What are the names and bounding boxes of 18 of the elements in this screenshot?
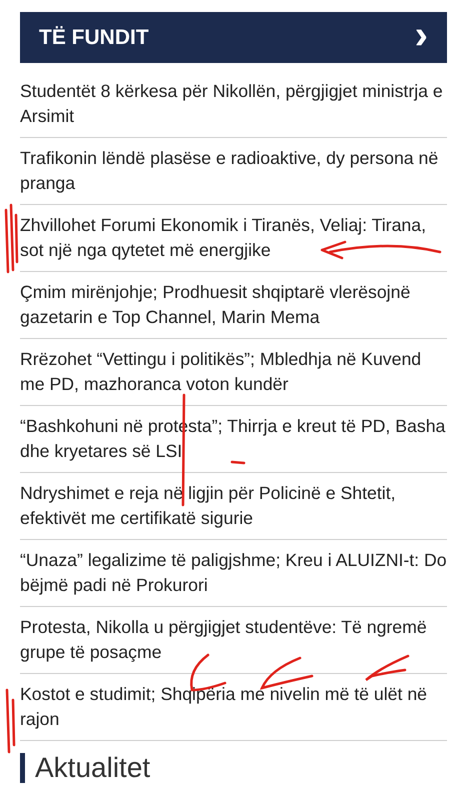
article-link[interactable]: Protesta, Nikolla u përgjigjet studentëve: Të ngremë grupe të posaçme [20, 615, 447, 665]
scribble-mark [230, 460, 246, 464]
section-title: TË FUNDIT [39, 24, 149, 51]
scribble-mark [364, 654, 410, 682]
article-link[interactable]: Ndryshimet e reja në ligjin për Policinë e Shtetit, efektivët me certifikatë sigurie [20, 481, 447, 531]
section-heading: Aktualitet [35, 754, 150, 782]
article-link[interactable]: Rrëzohet “Vettingu i politikës”; Mbledhja në Kuvend me PD, mazhoranca voton kundër [20, 347, 447, 397]
article-link[interactable]: Trafikonin lëndë plasëse e radioaktive, dy persona në pranga [20, 146, 447, 196]
article-link[interactable]: Çmim mirënjohje; Prodhuesit shqiptarë vlerësojnë gazetarin e Top Channel, Marin Mema [20, 280, 447, 330]
accent-bar [20, 753, 25, 783]
chevron-icon[interactable]: › [414, 14, 428, 60]
article-link[interactable]: Kostot e studimit; Shqipëria me nivelin më të ulët në rajon [20, 682, 447, 732]
header-bar[interactable]: TË FUNDIT › [20, 12, 447, 63]
scribble-mark [6, 688, 16, 754]
article-link[interactable]: Zhvillohet Forumi Ekonomik i Tiranës, Veliaj: Tirana, sot një nga qytetet më energjike [20, 213, 447, 263]
scribble-mark [4, 204, 18, 274]
article-link[interactable]: Studentët 8 kërkesa për Nikollën, përgjigjet ministrja e Arsimit [20, 79, 447, 129]
article-link[interactable]: “Unaza” legalizime të paligjshme; Kreu i ALUIZNI-t: Do bëjmë padi në Prokurori [20, 548, 447, 598]
